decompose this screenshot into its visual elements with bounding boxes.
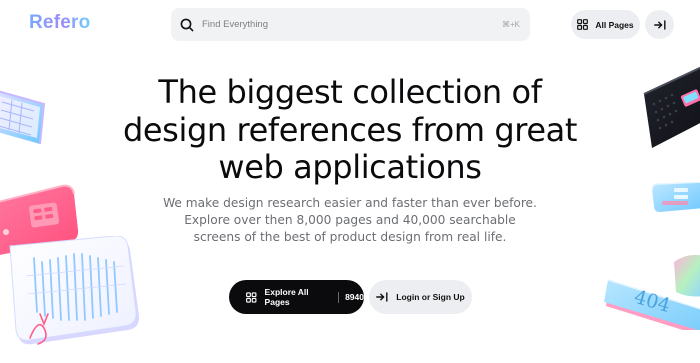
hero-subtitle: We make design research easier and faste… (0, 195, 700, 246)
hero-subtitle-line: We make design research easier and faste… (163, 196, 537, 210)
grid-icon (246, 291, 257, 303)
login-arrow-icon (653, 19, 666, 30)
search-bar[interactable]: ⌘+K (171, 8, 530, 41)
divider (338, 291, 340, 303)
search-shortcut: ⌘+K (501, 20, 520, 29)
explore-all-pages-label: Explore All Pages (264, 287, 309, 307)
all-pages-button[interactable]: All Pages (571, 10, 640, 39)
all-pages-label: All Pages (595, 19, 634, 30)
explore-all-pages-button[interactable]: Explore All Pages 8940 (229, 280, 364, 314)
search-input[interactable] (202, 19, 502, 30)
hero-title: The biggest collection of design referen… (0, 73, 700, 187)
login-icon-button[interactable] (645, 10, 674, 39)
hero-title-line: design references from great (122, 110, 578, 149)
hero-subtitle-line: screens of the best of product design fr… (193, 230, 507, 244)
hero-title-line: web applications (218, 148, 482, 186)
login-signup-label: Login or Sign Up (396, 292, 465, 302)
cta-row: Explore All Pages 8940 Login or Sign Up (0, 280, 700, 314)
login-arrow-icon (376, 292, 388, 302)
search-icon (180, 18, 194, 31)
hero-title-line: The biggest collection of (158, 73, 542, 111)
refero-logo[interactable]: Refero (29, 12, 90, 34)
grid-icon (577, 19, 589, 30)
hero-subtitle-line: Explore over then 8,000 pages and 40,000… (184, 213, 516, 227)
page-count: 8940 (345, 292, 364, 302)
login-signup-button[interactable]: Login or Sign Up (369, 280, 472, 314)
